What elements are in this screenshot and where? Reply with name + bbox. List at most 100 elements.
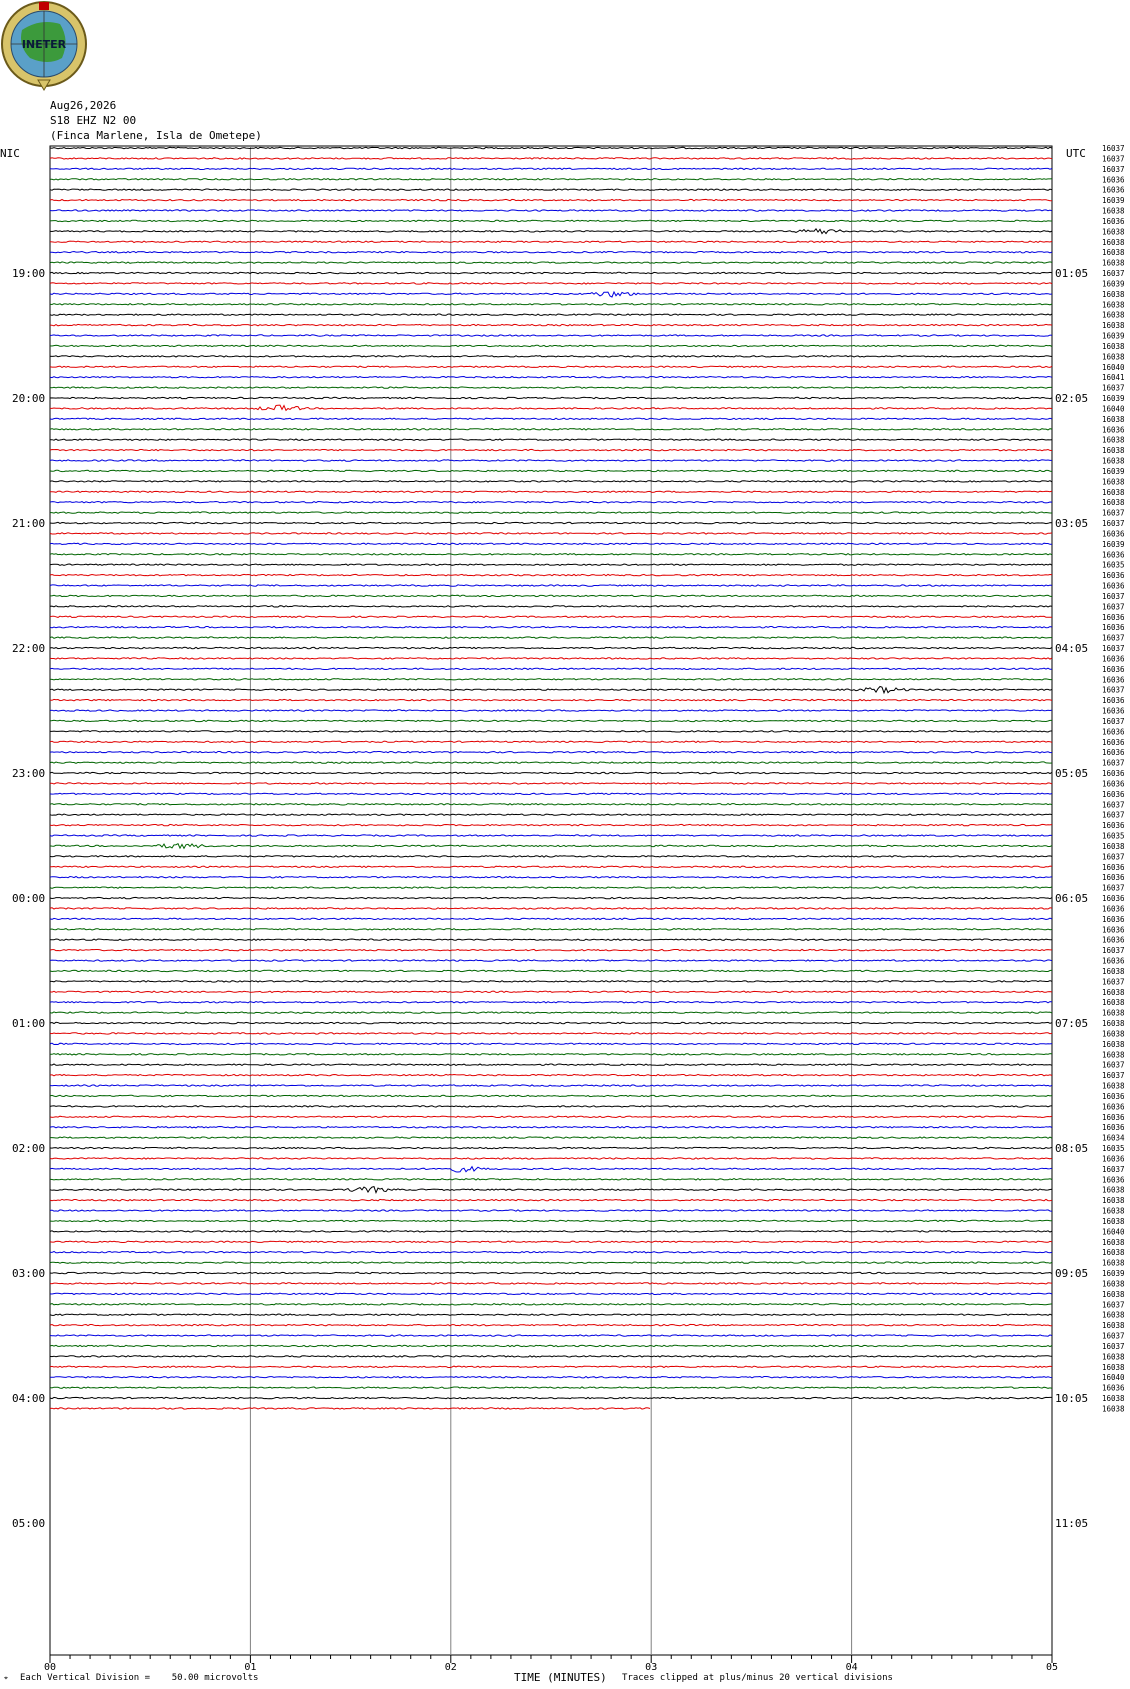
trace-value-label: 16036: [1102, 748, 1125, 757]
trace-value-label: 16038: [1102, 1311, 1125, 1320]
seismic-trace: [49, 1186, 1053, 1194]
utc-hour-label: 03:05: [1055, 517, 1088, 530]
seismic-trace: [49, 261, 1053, 264]
nic-hour-label: 23:00: [12, 767, 45, 780]
trace-value-label: 16037: [1102, 884, 1125, 893]
seismic-trace: [49, 969, 1053, 973]
seismic-trace: [49, 875, 1053, 879]
seismic-trace: [49, 1240, 1053, 1244]
trace-value-label: 16038: [1102, 1082, 1125, 1091]
trace-value-label: 16038: [1102, 1196, 1125, 1205]
utc-hour-label: 02:05: [1055, 392, 1088, 405]
seismic-trace: [49, 1105, 1053, 1108]
seismic-trace: [49, 834, 1053, 837]
seismic-trace: [49, 740, 1053, 744]
seismic-trace: [49, 761, 1053, 764]
seismic-trace: [50, 438, 1053, 441]
trace-value-label: 16038: [1102, 1290, 1125, 1299]
trace-value-label: 16038: [1102, 290, 1125, 299]
seismic-trace: [49, 667, 1052, 671]
seismic-trace: [49, 1271, 1053, 1275]
seismic-trace: [49, 1323, 1052, 1327]
x-tick-label: 01: [244, 1662, 256, 1673]
seismic-trace: [49, 1063, 1053, 1066]
trace-value-label: 16037: [1102, 1165, 1125, 1174]
seismic-trace: [49, 1032, 1053, 1035]
right-axis-title: UTC: [1066, 147, 1086, 160]
seismic-trace: [49, 396, 1053, 400]
seismic-trace: [50, 594, 1053, 598]
trace-value-label: 16038: [1102, 967, 1125, 976]
seismic-trace: [49, 521, 1053, 525]
seismic-trace: [50, 980, 1053, 983]
trace-value-label: 16038: [1102, 321, 1125, 330]
trace-value-label: 16039: [1102, 196, 1125, 205]
trace-value-label: 16038: [1102, 1009, 1125, 1018]
trace-value-label: 16038: [1102, 498, 1125, 507]
trace-value-label: 16036: [1102, 696, 1125, 705]
seismic-trace: [49, 563, 1053, 566]
trace-value-label: 16038: [1102, 488, 1125, 497]
trace-value-label: 16038: [1102, 457, 1125, 466]
seismic-trace: [49, 1125, 1053, 1129]
seismic-trace: [49, 719, 1052, 723]
nic-hour-label: 03:00: [12, 1267, 45, 1280]
trace-value-label: 16036: [1102, 957, 1125, 966]
trace-value-label: 16039: [1102, 279, 1125, 288]
seismic-trace: [49, 959, 1053, 962]
trace-value-label: 16036: [1102, 707, 1125, 716]
nic-hour-label: 20:00: [12, 392, 45, 405]
seismic-trace: [49, 1282, 1053, 1285]
seismic-trace: [50, 865, 1053, 869]
trace-value-label: 16036: [1102, 904, 1125, 913]
nic-hour-label: 21:00: [12, 517, 45, 530]
seismic-trace: [49, 1209, 1053, 1212]
trace-value-label: 16036: [1102, 727, 1125, 736]
seismic-trace: [49, 1084, 1053, 1087]
seismic-trace: [49, 803, 1053, 806]
seismic-trace: [49, 198, 1052, 202]
seismic-trace: [49, 1250, 1053, 1254]
seismic-trace: [49, 1146, 1053, 1150]
seismic-trace: [49, 792, 1053, 796]
seismic-trace: [49, 240, 1053, 244]
seismic-trace: [49, 1165, 1053, 1173]
trace-value-label: 16038: [1102, 259, 1125, 268]
trace-value-label: 16038: [1102, 300, 1125, 309]
seismic-trace: [49, 344, 1053, 348]
x-tick-label: 00: [44, 1662, 56, 1673]
trace-value-label: 16037: [1102, 165, 1125, 174]
seismic-trace: [49, 886, 1053, 889]
seismic-trace: [49, 625, 1053, 629]
plot-frame: [49, 145, 1053, 1656]
trace-value-label: 16038: [1102, 1186, 1125, 1195]
trace-value-label: 16036: [1102, 769, 1125, 778]
trace-value-label: 16038: [1102, 1259, 1125, 1268]
seismic-trace: [50, 1053, 1053, 1056]
trace-value-label: 16037: [1102, 852, 1125, 861]
seismic-trace: [49, 375, 1053, 379]
trace-value-label: 16036: [1102, 1123, 1125, 1132]
seismic-trace: [49, 990, 1053, 994]
seismic-trace: [49, 1313, 1053, 1316]
seismic-trace: [49, 1115, 1053, 1119]
seismic-trace: [49, 469, 1053, 473]
trace-value-label: 16038: [1102, 446, 1125, 455]
trace-value-label: 16037: [1102, 1342, 1125, 1351]
utc-hour-label: 07:05: [1055, 1017, 1088, 1030]
trace-value-label: 16038: [1102, 436, 1125, 445]
trace-value-label: 16039: [1102, 394, 1125, 403]
seismic-trace: [49, 1177, 1053, 1181]
trace-value-label: 16037: [1102, 1332, 1125, 1341]
seismic-trace: [49, 1375, 1053, 1379]
trace-value-label: 16036: [1102, 894, 1125, 903]
trace-value-label: 16041: [1102, 373, 1125, 382]
trace-value-label: 16036: [1102, 665, 1125, 674]
seismic-trace: [49, 1386, 1053, 1389]
seismic-trace: [50, 1136, 1053, 1139]
seismic-trace: [49, 636, 1052, 639]
trace-value-label: 16040: [1102, 404, 1125, 413]
trace-value-label: 16037: [1102, 759, 1125, 768]
trace-value-label: 16037: [1102, 686, 1125, 695]
nic-hour-label: 19:00: [12, 267, 45, 280]
